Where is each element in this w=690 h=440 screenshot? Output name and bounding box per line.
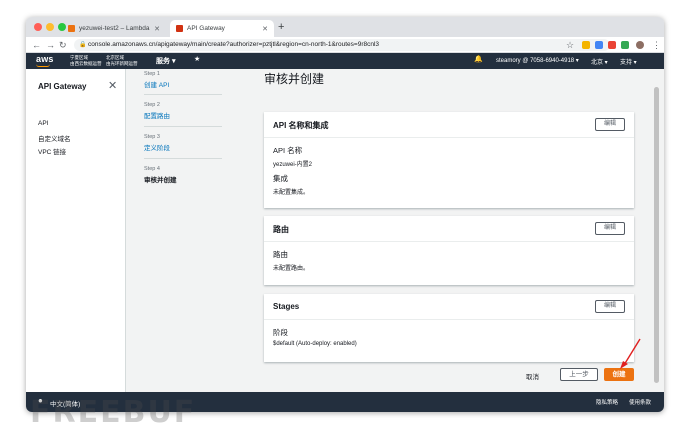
close-nav-icon[interactable]: ✕ [108,79,117,92]
profile-avatar[interactable] [636,41,644,49]
routes-value: 未配置路由。 [273,266,310,272]
tab-lambda[interactable]: yezuwei-test2 – Lambda ✕ [62,20,166,37]
page-scrollbar[interactable] [654,87,659,383]
minimize-window-button[interactable] [46,23,54,31]
aws-smile-icon [36,64,50,67]
aws-header: aws 宁夏区域 由西云数据运营 北京区域 由光环新网运营 服务 ▾ ★ 🔔 s… [26,53,664,69]
card-title: 路由 [273,225,289,234]
step-3: Step 3 定义阶段 [144,134,222,152]
url-text: console.amazonaws.cn/apigateway/main/cre… [88,41,380,48]
api-name-value: yezuwei-内置2 [273,162,313,168]
edit-stages-button[interactable]: 编辑 [595,300,625,313]
browser-window: yezuwei-test2 – Lambda ✕ API Gateway ✕ +… [26,17,664,412]
extension-icon[interactable] [595,41,603,49]
support-menu[interactable]: 支持 ▾ [620,57,637,66]
notifications-bell-icon[interactable]: 🔔 [474,55,483,63]
api-details-card: API 名称和集成 编辑 API 名称 yezuwei-内置2 集成 未配置集成… [264,112,634,208]
card-title: Stages [273,302,300,311]
region-beijing-label: 北京区域 由光环新网运营 [106,55,138,67]
region-operator: 由西云数据运营 [70,61,102,66]
close-tab-icon[interactable]: ✕ [154,25,160,33]
routes-label: 路由 [273,250,288,259]
browser-menu-icon[interactable]: ⋮ [652,39,661,51]
region-ningxia-label: 宁夏区域 由西云数据运营 [70,55,102,67]
tab-label: yezuwei-test2 – Lambda [79,25,150,32]
card-body: API 名称 yezuwei-内置2 集成 未配置集成。 [264,138,634,203]
nav-item-api[interactable]: API [38,120,48,127]
step-divider [144,126,222,127]
aws-logo[interactable]: aws [36,54,54,64]
step-number: Step 2 [144,102,160,108]
card-header: Stages 编辑 [264,294,634,320]
step-link-define-stages[interactable]: 定义阶段 [144,142,222,152]
previous-button[interactable]: 上一步 [560,368,598,381]
tab-label: API Gateway [187,25,225,32]
url-input[interactable]: 🔒 console.amazonaws.cn/apigateway/main/c… [74,39,610,51]
cancel-button[interactable]: 取消 [526,371,539,381]
step-number: Step 1 [144,71,160,77]
page-title: 审核并创建 [264,72,325,86]
reload-icon[interactable]: ↻ [59,39,67,51]
step-1: Step 1 创建 API [144,71,222,89]
step-number: Step 4 [144,166,160,172]
step-4: Step 4 审核并创建 [144,166,222,184]
address-bar: ← → ↻ 🔒 console.amazonaws.cn/apigateway/… [26,37,664,53]
nav-title: API Gateway [38,82,87,91]
close-tab-icon[interactable]: ✕ [262,25,268,33]
privacy-policy-link[interactable]: 隐私策略 [596,398,618,406]
step-link-configure-routes[interactable]: 配置路由 [144,110,222,120]
new-tab-button[interactable]: + [278,20,284,34]
stages-card: Stages 编辑 阶段 $default (Auto-deploy: enab… [264,294,634,362]
account-menu[interactable]: steamory @ 7058-6940-4918 ▾ [496,57,579,64]
card-header: 路由 编辑 [264,216,634,242]
lock-icon: 🔒 [79,42,87,48]
extension-icon[interactable] [582,41,590,49]
forward-icon[interactable]: → [46,39,55,51]
nav-item-custom-domains[interactable]: 自定义域名 [38,133,71,143]
stages-value: $default (Auto-deploy: enabled) [273,341,357,347]
extension-icon[interactable] [608,41,616,49]
back-icon[interactable]: ← [32,39,41,51]
card-header: API 名称和集成 编辑 [264,112,634,138]
region-selector[interactable]: 北京 ▾ [591,57,608,66]
stages-label: 阶段 [273,328,288,337]
integration-value: 未配置集成。 [273,190,310,196]
api-gateway-favicon-icon [176,25,183,32]
pin-icon[interactable]: ★ [194,55,200,63]
step-2: Step 2 配置路由 [144,102,222,120]
bookmark-star-icon[interactable]: ☆ [566,39,574,51]
terms-of-use-link[interactable]: 使用条款 [629,398,651,406]
card-body: 阶段 $default (Auto-deploy: enabled) [264,320,634,354]
nav-item-vpc-links[interactable]: VPC 链接 [38,146,66,156]
tab-api-gateway[interactable]: API Gateway ✕ [170,20,274,37]
step-number: Step 3 [144,134,160,140]
extension-icon[interactable] [621,41,629,49]
lambda-favicon-icon [68,25,75,32]
step-current-review: 审核并创建 [144,177,177,184]
region-operator: 由光环新网运营 [106,61,138,66]
annotation-arrow-icon [620,338,641,369]
left-navigation: API Gateway ✕ API 自定义域名 VPC 链接 [26,69,126,392]
tab-bar: yezuwei-test2 – Lambda ✕ API Gateway ✕ + [26,17,664,37]
step-divider [144,158,222,159]
card-body: 路由 未配置路由。 [264,242,634,279]
services-menu[interactable]: 服务 ▾ [156,56,175,66]
routes-card: 路由 编辑 路由 未配置路由。 [264,216,634,285]
watermark-logo: FREEBUF [30,395,197,430]
integration-label: 集成 [273,174,288,183]
edit-api-button[interactable]: 编辑 [595,118,625,131]
api-name-label: API 名称 [273,146,303,155]
step-link-create-api[interactable]: 创建 API [144,79,222,89]
step-divider [144,94,222,95]
card-title: API 名称和集成 [273,121,329,130]
close-window-button[interactable] [34,23,42,31]
edit-routes-button[interactable]: 编辑 [595,222,625,235]
